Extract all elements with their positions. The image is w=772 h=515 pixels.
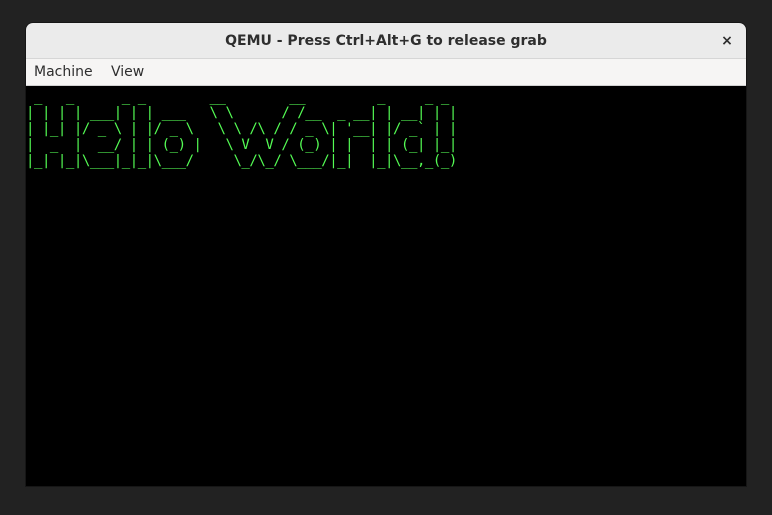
guest-display[interactable]: _ _ _ _ __ __ _ _ _ | | | | ___| | | ___…: [26, 86, 746, 486]
menu-bar: Machine View: [26, 59, 746, 86]
hello-world-ascii-art: _ _ _ _ __ __ _ _ _ | | | | ___| | | ___…: [26, 89, 457, 169]
title-bar[interactable]: QEMU - Press Ctrl+Alt+G to release grab …: [26, 23, 746, 59]
qemu-window: QEMU - Press Ctrl+Alt+G to release grab …: [26, 23, 746, 486]
menu-view[interactable]: View: [111, 59, 144, 86]
window-title: QEMU - Press Ctrl+Alt+G to release grab: [225, 33, 547, 49]
menu-machine[interactable]: Machine: [34, 59, 93, 86]
close-icon[interactable]: ×: [716, 30, 738, 52]
